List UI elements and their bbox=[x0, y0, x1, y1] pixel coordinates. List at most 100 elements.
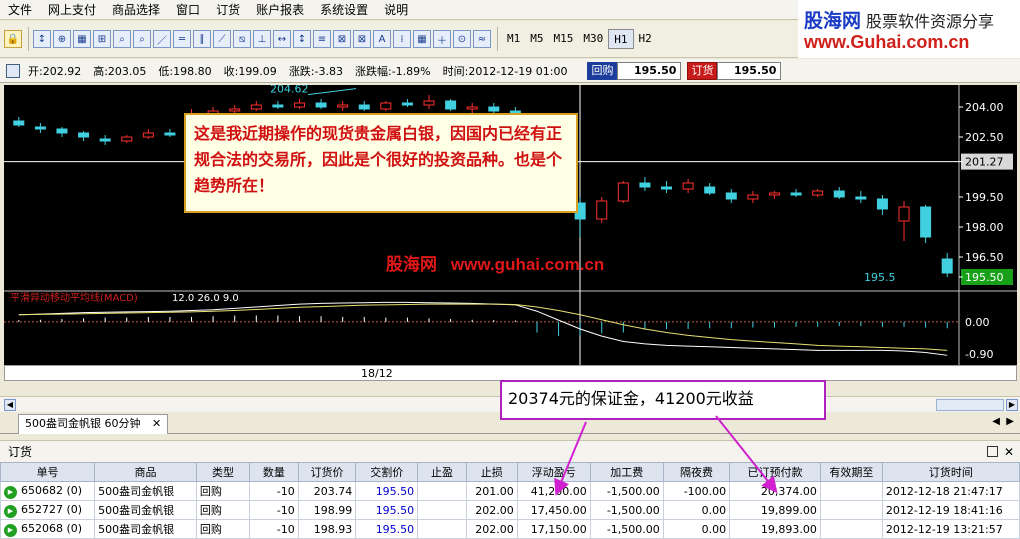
draw-tool-icon-20[interactable]: ＋ bbox=[433, 30, 451, 48]
period-h1[interactable]: H1 bbox=[608, 29, 634, 49]
table-cell bbox=[819, 519, 883, 539]
draw-tool-icon-15[interactable]: ⊠ bbox=[333, 30, 351, 48]
menu-item-7[interactable]: 说明 bbox=[376, 0, 416, 20]
play-icon[interactable]: ▶ bbox=[4, 485, 17, 499]
column-header[interactable]: 订货时间 bbox=[881, 462, 1020, 482]
x-axis-label: 18/12 bbox=[361, 367, 393, 380]
menu-item-4[interactable]: 订货 bbox=[208, 0, 248, 20]
draw-tool-icon-19[interactable]: ▦ bbox=[413, 30, 431, 48]
close-icon[interactable]: ✕ bbox=[152, 417, 161, 430]
draw-tool-icon-7[interactable]: ═ bbox=[173, 30, 191, 48]
tab-label: 500盎司金帆银 60分钟 bbox=[25, 417, 141, 430]
table-cell: 202.00 bbox=[465, 519, 518, 539]
draw-tool-icon-2[interactable]: ▦ bbox=[73, 30, 91, 48]
column-header[interactable]: 数量 bbox=[249, 462, 299, 482]
period-m15[interactable]: M15 bbox=[549, 29, 579, 49]
table-cell: 201.00 bbox=[465, 481, 518, 501]
tab-silver-60min[interactable]: 500盎司金帆银 60分钟 ✕ bbox=[18, 414, 169, 434]
column-header[interactable]: 单号 bbox=[0, 462, 96, 482]
order-button[interactable]: 订货 bbox=[687, 61, 718, 80]
draw-tool-icon-6[interactable]: ／ bbox=[153, 30, 171, 48]
quote-high: 高:203.05 bbox=[93, 64, 147, 78]
draw-tool-icon-11[interactable]: ⊥ bbox=[253, 30, 271, 48]
guhai-logo: 股海网 股票软件资源分享 www.Guhai.com.cn bbox=[798, 0, 1020, 58]
draw-tool-icon-16[interactable]: ⊠ bbox=[353, 30, 371, 48]
period-h2[interactable]: H2 bbox=[634, 29, 657, 49]
quote-close: 收:199.09 bbox=[223, 64, 277, 78]
draw-tool-icon-8[interactable]: ∥ bbox=[193, 30, 211, 48]
column-header[interactable]: 订货价 bbox=[297, 462, 357, 482]
order-id: 652727 (0) bbox=[21, 502, 83, 516]
menu-item-6[interactable]: 系统设置 bbox=[312, 0, 376, 20]
tab-scroll-right-icon[interactable]: ▶ bbox=[1006, 416, 1014, 427]
table-row[interactable]: ▶ 650682 (0) 500盎司金帆银 回购 -10 203.74 195.50 201.… bbox=[0, 481, 1020, 501]
candle-body bbox=[272, 104, 284, 108]
draw-tool-icon-12[interactable]: ↔ bbox=[273, 30, 291, 48]
menu-item-0[interactable]: 文件 bbox=[0, 0, 40, 20]
table-row[interactable]: ▶ 652068 (0) 500盎司金帆银 回购 -10 198.93 195.50 202.… bbox=[0, 519, 1020, 539]
menu-item-1[interactable]: 网上支付 bbox=[40, 0, 104, 20]
quote-bar: 开:202.92 高:203.05 低:198.80 收:199.09 涨跌:-… bbox=[0, 59, 1020, 83]
draw-tool-icon-13[interactable]: ↕ bbox=[293, 30, 311, 48]
table-cell bbox=[819, 500, 883, 520]
table-cell: 2012-12-18 21:47:17 bbox=[881, 481, 1020, 501]
column-header[interactable]: 止盈 bbox=[417, 462, 467, 482]
draw-tool-icon-3[interactable]: ⊞ bbox=[93, 30, 111, 48]
draw-tool-icon-0[interactable]: ↕ bbox=[33, 30, 51, 48]
draw-tool-icon-1[interactable]: ⊕ bbox=[53, 30, 71, 48]
candle-body bbox=[13, 120, 25, 126]
column-header[interactable]: 类型 bbox=[195, 462, 251, 482]
table-cell: 203.74 bbox=[297, 481, 357, 501]
buyback-button[interactable]: 回购 bbox=[587, 61, 618, 80]
column-header[interactable]: 隔夜费 bbox=[662, 462, 731, 482]
candle-body bbox=[920, 206, 932, 238]
scroll-left-icon[interactable]: ◀ bbox=[4, 399, 16, 411]
draw-tool-icon-17[interactable]: A bbox=[373, 30, 391, 48]
column-header[interactable]: 浮动盈亏 bbox=[516, 462, 591, 482]
draw-tool-icon-21[interactable]: ⊙ bbox=[453, 30, 471, 48]
draw-tool-icon-5[interactable]: ⌕ bbox=[133, 30, 151, 48]
table-cell: 500盎司金帆银 bbox=[94, 500, 197, 520]
candle-body bbox=[639, 182, 651, 188]
scroll-thumb[interactable] bbox=[936, 399, 1004, 411]
draw-tool-icon-18[interactable]: ⁞ bbox=[393, 30, 411, 48]
draw-tool-icon-9[interactable]: ⟋ bbox=[213, 30, 231, 48]
draw-tool-icon-14[interactable]: ≡ bbox=[313, 30, 331, 48]
lock-icon[interactable]: 🔒 bbox=[4, 30, 22, 48]
column-header[interactable]: 已订预付款 bbox=[729, 462, 821, 482]
menu-item-2[interactable]: 商品选择 bbox=[104, 0, 168, 20]
quote-change-pct: 涨跌幅:-1.89% bbox=[354, 64, 431, 78]
candle-body bbox=[293, 102, 305, 108]
period-m30[interactable]: M30 bbox=[578, 29, 608, 49]
play-icon[interactable]: ▶ bbox=[4, 523, 17, 537]
x-axis: 18/12 bbox=[4, 365, 1017, 381]
close-panel-icon[interactable]: ✕ bbox=[1004, 441, 1014, 463]
table-row[interactable]: ▶ 652727 (0) 500盎司金帆银 回购 -10 198.99 195.50 202.… bbox=[0, 500, 1020, 520]
y-tick-label: 195.50 bbox=[965, 271, 1004, 284]
table-cell bbox=[417, 500, 467, 520]
tab-scroll-left-icon[interactable]: ◀ bbox=[992, 416, 1000, 427]
maximize-icon[interactable] bbox=[987, 446, 998, 457]
table-cell: -10 bbox=[249, 519, 299, 539]
column-header[interactable]: 止损 bbox=[465, 462, 518, 482]
menu-item-5[interactable]: 账户报表 bbox=[248, 0, 312, 20]
period-m1[interactable]: M1 bbox=[502, 29, 525, 49]
candle-body bbox=[229, 108, 241, 112]
y-tick-label: 201.27 bbox=[965, 156, 1004, 169]
table-header: 单号 商品 类型 数量 订货价 交割价 止盈 止损 浮动盈亏 加工费 隔夜费 已订预付款 有效期至 订货时… bbox=[0, 462, 1020, 482]
play-icon[interactable]: ▶ bbox=[4, 504, 17, 518]
period-m5[interactable]: M5 bbox=[525, 29, 548, 49]
column-header[interactable]: 有效期至 bbox=[819, 462, 883, 482]
candle-body bbox=[34, 126, 46, 130]
draw-tool-icon-10[interactable]: ⧅ bbox=[233, 30, 251, 48]
column-header[interactable]: 交割价 bbox=[355, 462, 419, 482]
column-header[interactable]: 加工费 bbox=[589, 462, 664, 482]
y-tick-label: 202.50 bbox=[965, 131, 1004, 144]
draw-tool-icon-22[interactable]: ≈ bbox=[473, 30, 491, 48]
draw-tool-icon-4[interactable]: ⌕ bbox=[113, 30, 131, 48]
table-cell: 20,374.00 bbox=[729, 481, 821, 501]
menu-item-3[interactable]: 窗口 bbox=[168, 0, 208, 20]
grid-icon[interactable] bbox=[6, 63, 20, 78]
column-header[interactable]: 商品 bbox=[94, 462, 197, 482]
scroll-right-icon[interactable]: ▶ bbox=[1006, 399, 1018, 411]
